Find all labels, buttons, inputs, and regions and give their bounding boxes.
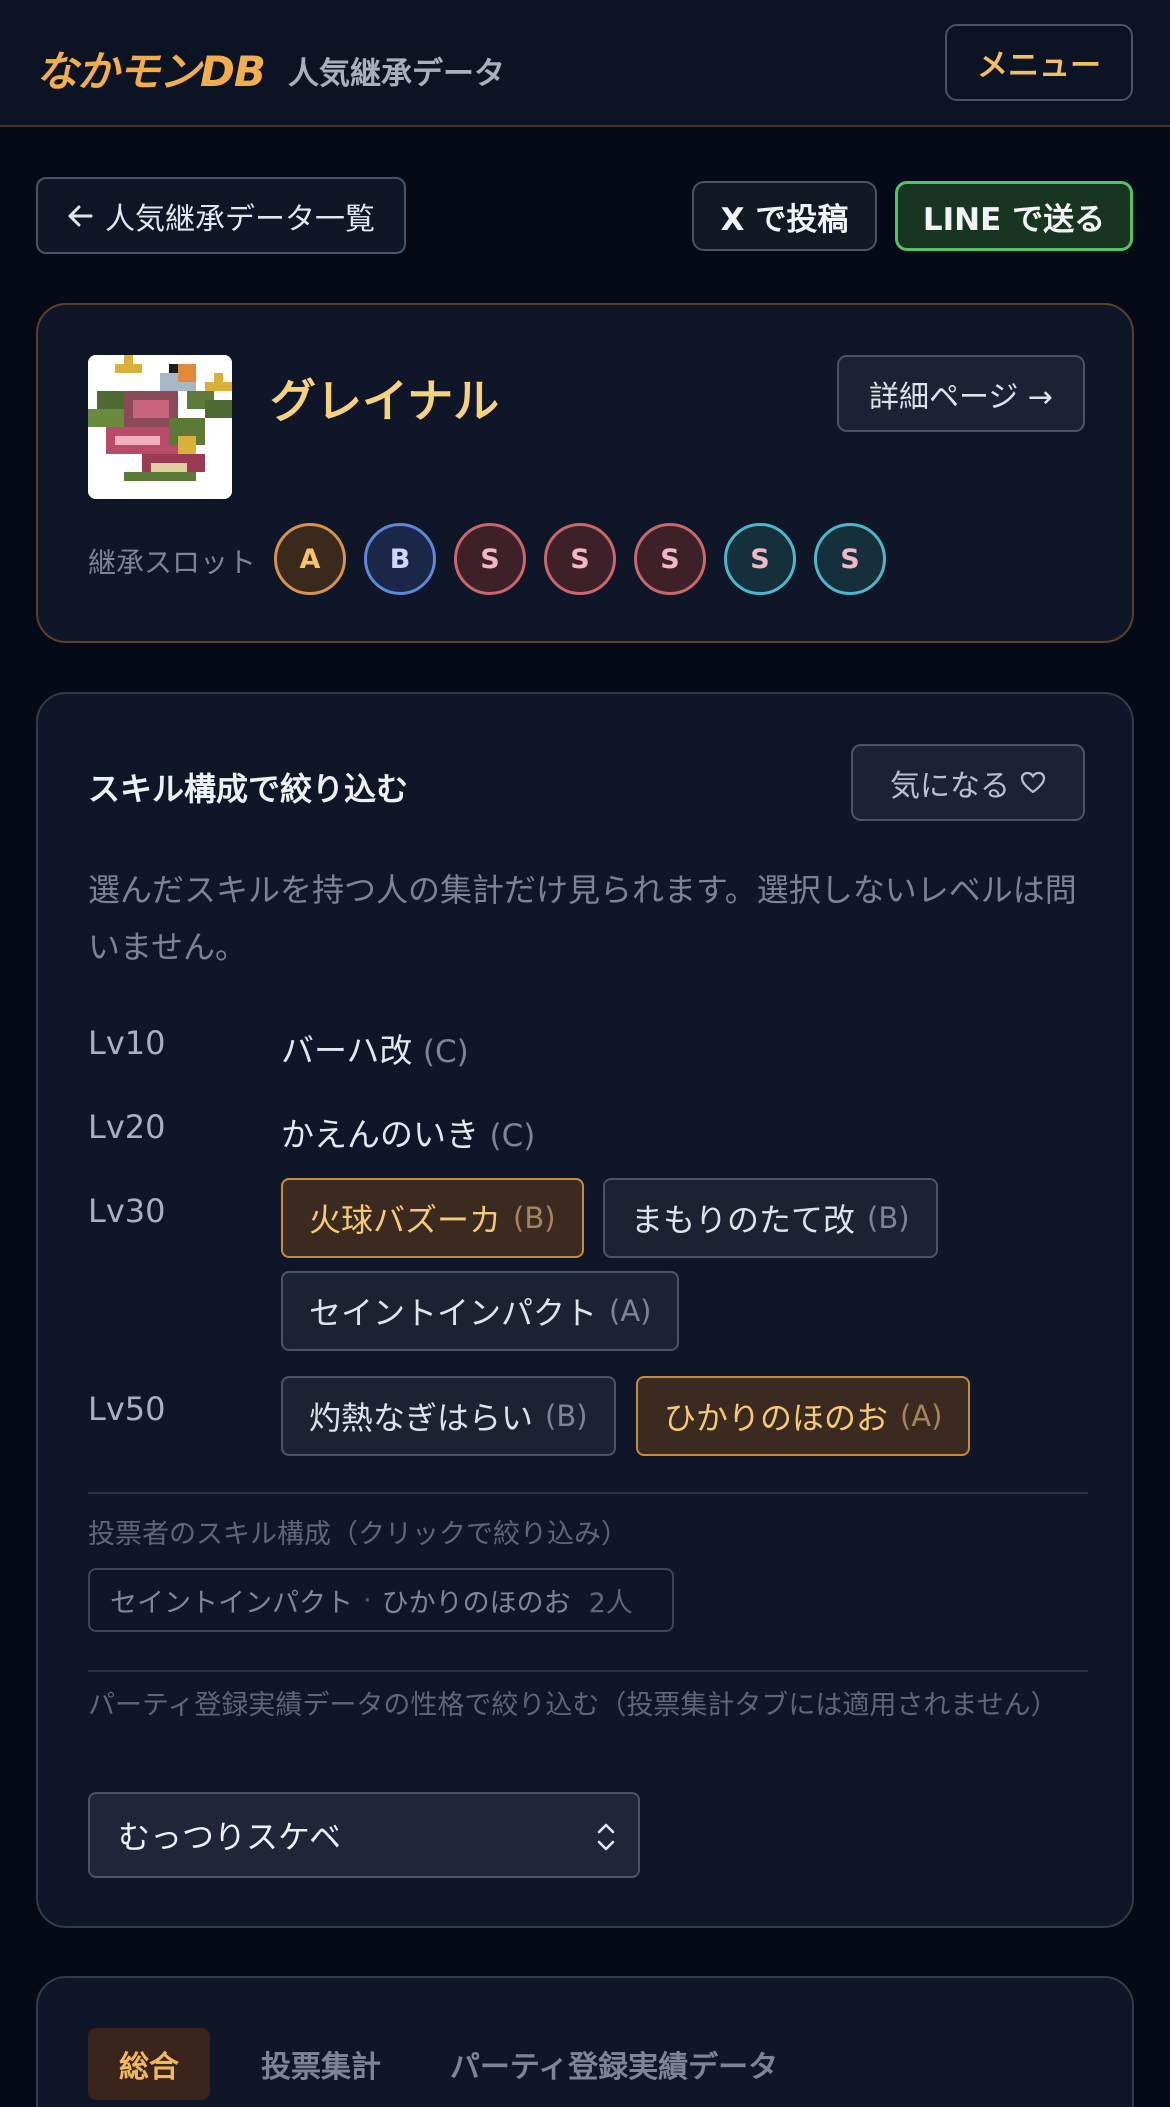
- back-to-list-button[interactable]: 人気継承データ一覧: [36, 177, 406, 254]
- share-line-button[interactable]: LINE で送る: [895, 181, 1133, 251]
- slot-badge: S: [724, 523, 796, 595]
- nature-filter-label: パーティ登録実績データの性格で絞り込む（投票集計タブには適用されません）: [88, 1690, 1058, 1721]
- skill-grade: (B): [513, 1201, 556, 1235]
- site-logo[interactable]: なかモンDB: [36, 38, 266, 99]
- skill-name: 灼熱なぎはらい: [309, 1399, 534, 1437]
- divider: [88, 1492, 1088, 1494]
- skill-chip-selected[interactable]: ひかりのほのお (A): [636, 1376, 971, 1456]
- skill-chip[interactable]: セイントインパクト (A): [281, 1271, 680, 1351]
- skill-filter-card: スキル構成で絞り込む 気になる 選んだスキルを持つ人の集計だけ見られます。選択し…: [36, 692, 1134, 1928]
- detail-page-button[interactable]: 詳細ページ →: [837, 355, 1085, 432]
- skill-fixed: バーハ改 (C): [281, 1024, 469, 1072]
- tab-vote-summary[interactable]: 投票集計: [236, 2028, 406, 2100]
- level-label: Lv10: [88, 1024, 166, 1062]
- level-label: Lv30: [88, 1192, 166, 1230]
- voter-combo-label: 投票者のスキル構成（クリックで絞り込み）: [88, 1519, 628, 1550]
- skill-grade: (B): [545, 1399, 588, 1433]
- skill-grade: (A): [609, 1294, 652, 1328]
- combo-count: 2人: [588, 1587, 633, 1619]
- skill-grade: (C): [422, 1034, 469, 1070]
- voter-combo-chip[interactable]: セイントインパクト · ひかりのほのお 2人: [88, 1568, 674, 1632]
- monster-image: [88, 355, 232, 499]
- skill-fixed: かえんのいき (C): [281, 1108, 535, 1156]
- combo-skill: ひかりのほのお: [381, 1587, 571, 1619]
- skill-name: かえんのいき: [281, 1115, 479, 1154]
- skill-name: セイントインパクト: [309, 1294, 598, 1332]
- chevron-updown-icon: [597, 1823, 615, 1851]
- skill-grade: (C): [489, 1118, 536, 1154]
- combo-separator: ·: [363, 1584, 372, 1616]
- tab-party-data[interactable]: パーティ登録実績データ: [438, 2028, 790, 2100]
- skill-chip-selected[interactable]: 火球バズーカ (B): [281, 1178, 584, 1258]
- nature-select-value: むっつりスケベ: [118, 1818, 342, 1856]
- slot-badge: S: [634, 523, 706, 595]
- slot-badge: S: [454, 523, 526, 595]
- result-tabs-card: 総合 投票集計 パーティ登録実績データ: [36, 1976, 1134, 2107]
- slot-badge: S: [544, 523, 616, 595]
- filter-title: スキル構成で絞り込む: [88, 770, 409, 808]
- level-label: Lv20: [88, 1108, 166, 1146]
- arrow-left-icon: [68, 205, 93, 226]
- share-x-button[interactable]: X で投稿: [692, 181, 877, 251]
- page-subtitle: 人気継承データ: [288, 56, 505, 92]
- skill-chip[interactable]: まもりのたて改 (B): [603, 1178, 938, 1258]
- skill-chip[interactable]: 灼熱なぎはらい (B): [281, 1376, 616, 1456]
- heart-icon: [1020, 771, 1046, 793]
- slot-badge: A: [274, 523, 346, 595]
- skill-name: ひかりのほのお: [664, 1399, 889, 1437]
- top-bar: なかモンDB 人気継承データ メニュー: [0, 0, 1170, 127]
- skill-name: バーハ改: [281, 1031, 413, 1070]
- favorite-label: 気になる: [890, 768, 1010, 804]
- skill-name: まもりのたて改: [631, 1201, 856, 1239]
- combo-skill: セイントインパクト: [110, 1587, 353, 1619]
- divider: [88, 1670, 1088, 1672]
- monster-card: グレイナル 詳細ページ → 継承スロット A B S S S S S: [36, 303, 1134, 643]
- skill-name: 火球バズーカ: [309, 1201, 502, 1239]
- inherit-slot-label: 継承スロット: [88, 546, 257, 579]
- slot-badge: B: [364, 523, 436, 595]
- slot-badge: S: [814, 523, 886, 595]
- inherit-slots: A B S S S S S: [274, 523, 886, 595]
- nature-select[interactable]: むっつりスケベ: [88, 1792, 640, 1878]
- menu-button[interactable]: メニュー: [945, 24, 1133, 101]
- skill-grade: (A): [900, 1399, 943, 1433]
- level-label: Lv50: [88, 1390, 166, 1428]
- skill-grade: (B): [867, 1201, 910, 1235]
- favorite-button[interactable]: 気になる: [851, 744, 1085, 821]
- back-button-label: 人気継承データ一覧: [105, 201, 375, 237]
- tab-overall[interactable]: 総合: [88, 2028, 210, 2100]
- filter-description: 選んだスキルを持つ人の集計だけ見られます。選択しないレベルは問いません。: [88, 871, 1077, 966]
- monster-name: グレイナル: [270, 374, 500, 428]
